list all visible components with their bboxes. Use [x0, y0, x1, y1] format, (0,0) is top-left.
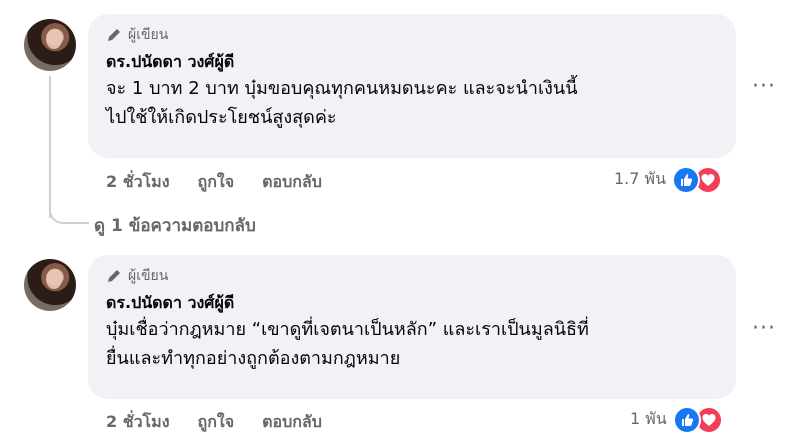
author-badge-label: ผู้เขียน	[128, 268, 169, 284]
comment-text-line-2: ยื่นและทำทุกอย่างถูกต้องตามกฎหมาย	[106, 348, 401, 369]
more-options-icon[interactable]: ···	[752, 316, 776, 341]
pencil-icon	[108, 270, 120, 282]
reaction-count: 1 พัน	[630, 408, 667, 428]
like-button[interactable]: ถูกใจ	[198, 410, 235, 435]
author-badge: ผู้เขียน	[106, 265, 718, 287]
reply-button[interactable]: ตอบกลับ	[262, 170, 322, 195]
thread-curve	[49, 196, 89, 224]
timestamp[interactable]: 2 ชั่วโมง	[106, 170, 170, 195]
comment-actions: 2 ชั่วโมง ถูกใจ ตอบกลับ	[106, 410, 322, 435]
reaction-summary[interactable]: 1.7 พัน	[614, 166, 723, 194]
reaction-summary[interactable]: 1 พัน	[630, 406, 723, 434]
like-icon	[672, 166, 701, 194]
comment-text-line-1: จะ 1 บาท 2 บาท บุ๋มขอบคุณทุกคนหมดนะคะ แล…	[106, 78, 578, 99]
like-button[interactable]: ถูกใจ	[198, 170, 235, 195]
comment-text-line-2: ไปใช้ให้เกิดประโยชน์สูงสุดค่ะ	[106, 107, 337, 128]
like-icon	[672, 406, 701, 434]
commenter-name[interactable]: ดร.ปนัดดา วงศ์ผู้ดี	[106, 291, 718, 315]
author-badge: ผู้เขียน	[106, 24, 718, 46]
timestamp[interactable]: 2 ชั่วโมง	[106, 410, 170, 435]
more-options-icon[interactable]: ···	[752, 74, 776, 99]
comment-bubble: ผู้เขียน ดร.ปนัดดา วงศ์ผู้ดี จะ 1 บาท 2 …	[88, 14, 736, 158]
comment-actions: 2 ชั่วโมง ถูกใจ ตอบกลับ	[106, 170, 322, 195]
comment-text-line-1: บุ๋มเชื่อว่ากฎหมาย “เขาดูที่เจตนาเป็นหลั…	[106, 319, 589, 340]
view-replies-link[interactable]: ดู 1 ข้อความตอบกลับ	[94, 212, 256, 239]
reply-button[interactable]: ตอบกลับ	[262, 410, 322, 435]
author-badge-label: ผู้เขียน	[128, 27, 169, 43]
reaction-count: 1.7 พัน	[614, 168, 667, 188]
comment-bubble: ผู้เขียน ดร.ปนัดดา วงศ์ผู้ดี บุ๋มเชื่อว่…	[88, 255, 736, 399]
avatar[interactable]	[24, 259, 76, 311]
pencil-icon	[108, 29, 120, 41]
commenter-name[interactable]: ดร.ปนัดดา วงศ์ผู้ดี	[106, 50, 718, 74]
avatar[interactable]	[24, 19, 76, 71]
